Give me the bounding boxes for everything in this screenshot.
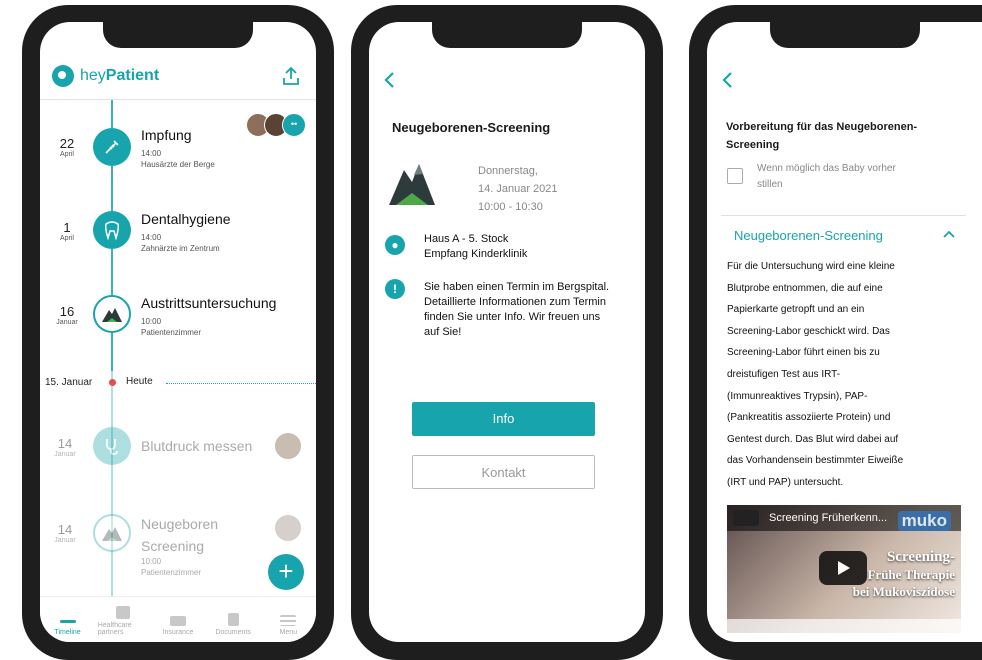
appointment-weekday: Donnerstag, bbox=[478, 165, 538, 177]
mountain-icon bbox=[102, 308, 122, 322]
tab-bar: Timeline Healthcare partners Insurance D… bbox=[40, 596, 316, 642]
preparation-checkbox-label[interactable]: Wenn möglich das Baby vorher stillen bbox=[757, 161, 896, 193]
event-node-neugeboren[interactable] bbox=[93, 514, 131, 552]
back-arrow-icon[interactable] bbox=[721, 71, 733, 89]
play-button-icon[interactable] bbox=[819, 551, 867, 585]
event-date: 22 April bbox=[59, 136, 75, 158]
event-title: Screening bbox=[141, 538, 205, 554]
appointment-date: 14. Januar 2021 bbox=[478, 183, 558, 195]
phone-notch bbox=[103, 22, 253, 48]
syringe-icon bbox=[105, 140, 119, 154]
video-title: Screening Früherkenn... bbox=[769, 512, 888, 524]
event-title: Impfung bbox=[141, 127, 192, 143]
tab-insurance[interactable]: Insurance bbox=[153, 616, 203, 636]
video-brand: muko bbox=[897, 511, 951, 531]
event-title[interactable]: Blutdruck messen bbox=[141, 438, 252, 454]
tab-timeline[interactable]: Timeline bbox=[43, 616, 93, 636]
event-date: 14 Januar bbox=[54, 436, 76, 458]
timeline-line-future bbox=[111, 371, 113, 611]
appointment-info-text: Sie haben einen Termin im Bergspital. De… bbox=[424, 281, 610, 338]
app-logo: heyPatient bbox=[52, 65, 159, 87]
preparation-checkbox[interactable] bbox=[727, 168, 743, 184]
document-icon bbox=[227, 613, 239, 626]
hospital-icon bbox=[115, 606, 130, 619]
brand-prefix: hey bbox=[80, 67, 106, 84]
tab-menu[interactable]: Menu bbox=[263, 615, 313, 636]
location-pin-icon: ● bbox=[385, 235, 405, 255]
event-card-impfung[interactable]: Impfung 14:00 Hausärzte der Berge bbox=[141, 127, 215, 170]
appointment-time: 10:00 - 10:30 bbox=[478, 201, 543, 213]
event-time: 10:00 bbox=[141, 557, 162, 566]
appointment-datetime: Donnerstag, 14. Januar 2021 10:00 - 10:3… bbox=[478, 162, 558, 216]
today-line bbox=[166, 383, 316, 384]
event-node-impfung[interactable] bbox=[93, 128, 131, 166]
event-place: Zahnärzte im Zentrum bbox=[141, 244, 220, 253]
header-divider bbox=[40, 99, 316, 100]
today-dot bbox=[109, 379, 116, 386]
appointment-location: Haus A - 5. Stock Empfang Kinderklinik bbox=[424, 233, 528, 260]
event-place: Patientenzimmer bbox=[141, 568, 202, 577]
today-label: Heute bbox=[126, 376, 153, 387]
contact-button[interactable]: Kontakt bbox=[412, 455, 595, 489]
phone-info: Vorbereitung für das Neugeborenen- Scree… bbox=[689, 5, 982, 660]
timeline-screen: heyPatient •• 22 April Impfung 14:00 Hau… bbox=[40, 22, 316, 642]
share-icon[interactable] bbox=[282, 66, 300, 86]
mountain-icon bbox=[102, 527, 122, 541]
participant-avatars[interactable]: •• bbox=[246, 113, 306, 137]
back-arrow-icon[interactable] bbox=[383, 71, 395, 89]
phone-detail: Neugeborenen-Screening Donnerstag, 14. J… bbox=[351, 5, 663, 660]
brand-name: Patient bbox=[105, 67, 160, 84]
tab-documents[interactable]: Documents bbox=[208, 613, 258, 636]
event-title: Austrittsuntersuchung bbox=[141, 295, 277, 311]
event-card-austritt[interactable]: Austrittsuntersuchung 10:00 Patientenzim… bbox=[141, 295, 276, 338]
preparation-title: Vorbereitung für das Neugeborenen- Scree… bbox=[726, 121, 918, 151]
event-place: Hausärzte der Berge bbox=[141, 160, 215, 169]
today-date: 15. Januar bbox=[45, 377, 93, 388]
info-exclamation-icon: ! bbox=[385, 279, 405, 299]
hospital-logo-mountain-icon bbox=[389, 164, 435, 205]
event-card-dentalhygiene[interactable]: Dentalhygiene 14:00 Zahnärzte im Zentrum bbox=[141, 211, 231, 254]
appointment-title: Neugeborenen-Screening bbox=[392, 120, 551, 135]
video-footer bbox=[727, 619, 961, 633]
video-overlay-text: Screening- Frühe Therapie bei Mukoviszid… bbox=[852, 549, 955, 599]
event-node-austritt[interactable] bbox=[93, 295, 131, 333]
event-date: 16 Januar bbox=[56, 304, 78, 326]
event-title: Neugeboren bbox=[141, 516, 219, 532]
section-title[interactable]: Neugeborenen-Screening bbox=[734, 228, 883, 243]
avatar bbox=[274, 514, 302, 542]
event-time: 10:00 bbox=[141, 317, 162, 326]
event-node-dentalhygiene[interactable] bbox=[93, 211, 131, 249]
chevron-up-icon[interactable] bbox=[943, 230, 955, 238]
event-card-neugeboren[interactable]: Neugeboren Screening 10:00 Patientenzimm… bbox=[141, 516, 218, 578]
card-icon bbox=[169, 616, 186, 626]
event-time: 14:00 bbox=[141, 149, 162, 158]
event-date: 1 April bbox=[59, 220, 74, 242]
info-screen: Vorbereitung für das Neugeborenen- Scree… bbox=[707, 22, 982, 642]
phone-notch bbox=[769, 22, 920, 48]
video-player[interactable]: Screening Früherkenn... muko Screening- … bbox=[727, 505, 961, 633]
section-divider bbox=[721, 215, 966, 216]
event-time: 14:00 bbox=[141, 233, 162, 242]
tooth-icon bbox=[105, 221, 119, 240]
event-date: 14 Januar bbox=[54, 522, 76, 544]
timeline-icon bbox=[59, 620, 76, 623]
info-button[interactable]: Info bbox=[412, 402, 595, 436]
stethoscope-icon bbox=[106, 439, 118, 455]
menu-icon bbox=[280, 615, 297, 626]
section-body: Für die Untersuchung wird eine kleine Bl… bbox=[727, 261, 904, 488]
tab-healthcare-partners[interactable]: Healthcare partners bbox=[98, 606, 148, 636]
add-event-button[interactable]: + bbox=[268, 554, 304, 590]
phone-notch bbox=[432, 22, 582, 48]
phone-timeline: heyPatient •• 22 April Impfung 14:00 Hau… bbox=[22, 5, 334, 660]
more-avatars-icon: •• bbox=[282, 113, 306, 137]
event-node-blutdruck[interactable] bbox=[93, 427, 131, 465]
event-place: Patientenzimmer bbox=[141, 328, 202, 337]
event-title: Dentalhygiene bbox=[141, 211, 231, 227]
channel-icon bbox=[733, 510, 759, 526]
detail-screen: Neugeborenen-Screening Donnerstag, 14. J… bbox=[369, 22, 645, 642]
avatar bbox=[274, 432, 302, 460]
heypatient-logo-icon bbox=[52, 65, 74, 87]
